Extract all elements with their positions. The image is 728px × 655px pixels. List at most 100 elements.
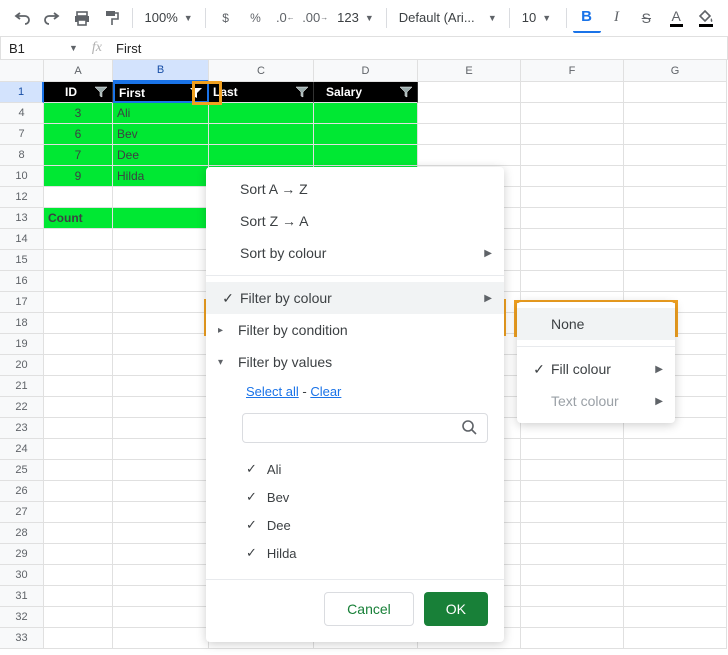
cell[interactable] [418, 103, 521, 124]
cell-first[interactable]: Dee [113, 145, 209, 166]
filter-value-item[interactable]: ✓Bev [246, 483, 504, 511]
bold-button[interactable]: B [573, 3, 601, 33]
cell[interactable] [44, 439, 113, 460]
cell[interactable] [44, 334, 113, 355]
cell[interactable] [209, 145, 314, 166]
cell[interactable] [44, 355, 113, 376]
row-header[interactable]: 12 [0, 187, 44, 208]
cell[interactable] [624, 565, 727, 586]
ok-button[interactable]: OK [424, 592, 488, 626]
header-last[interactable]: Last [209, 82, 314, 103]
cell[interactable] [113, 355, 209, 376]
column-header[interactable]: D [314, 60, 418, 82]
column-header[interactable]: G [624, 60, 727, 82]
paint-format-button[interactable] [98, 4, 126, 32]
cell[interactable] [521, 187, 624, 208]
cell[interactable] [113, 334, 209, 355]
header-salary[interactable]: Salary [314, 82, 418, 103]
cell[interactable] [521, 607, 624, 628]
cell-id[interactable]: 6 [44, 124, 113, 145]
cell[interactable] [113, 502, 209, 523]
percent-button[interactable]: % [242, 4, 270, 32]
header-id[interactable]: ID [44, 82, 113, 103]
font-selector[interactable]: Default (Ari...▼ [393, 4, 503, 32]
cell[interactable] [113, 250, 209, 271]
row-header[interactable]: 16 [0, 271, 44, 292]
cell[interactable] [44, 481, 113, 502]
filter-search[interactable] [242, 413, 488, 443]
cell-first[interactable]: Ali [113, 103, 209, 124]
cell[interactable] [624, 439, 727, 460]
row-header[interactable]: 7 [0, 124, 44, 145]
cell[interactable] [113, 565, 209, 586]
cell[interactable] [44, 376, 113, 397]
row-header[interactable]: 13 [0, 208, 44, 229]
cell[interactable] [521, 502, 624, 523]
cell[interactable] [624, 502, 727, 523]
cell[interactable] [113, 586, 209, 607]
submenu-none[interactable]: None [517, 308, 675, 340]
decrease-decimal-button[interactable]: .0← [271, 4, 299, 32]
cell[interactable] [521, 166, 624, 187]
cell[interactable] [624, 250, 727, 271]
row-header[interactable]: 27 [0, 502, 44, 523]
cell[interactable] [44, 565, 113, 586]
formula-value[interactable]: First [116, 41, 141, 56]
header-first[interactable]: First [113, 82, 209, 103]
cell[interactable] [418, 82, 521, 103]
row-header[interactable]: 24 [0, 439, 44, 460]
cell[interactable] [624, 628, 727, 649]
cell[interactable] [624, 544, 727, 565]
cell[interactable] [521, 523, 624, 544]
cell[interactable] [209, 124, 314, 145]
fill-color-button[interactable] [692, 4, 720, 32]
cell[interactable] [521, 82, 624, 103]
print-button[interactable] [68, 4, 96, 32]
text-color-button[interactable]: A [662, 4, 690, 32]
cell[interactable] [521, 103, 624, 124]
row-header[interactable]: 14 [0, 229, 44, 250]
cell[interactable] [113, 481, 209, 502]
row-header[interactable]: 30 [0, 565, 44, 586]
cell[interactable] [44, 397, 113, 418]
cell-id[interactable]: 3 [44, 103, 113, 124]
cell[interactable] [624, 586, 727, 607]
cell-first[interactable]: Hilda [113, 166, 209, 187]
row-header[interactable]: 1 [0, 82, 44, 103]
cell[interactable] [113, 544, 209, 565]
cell[interactable] [521, 439, 624, 460]
row-header[interactable]: 31 [0, 586, 44, 607]
cell-first[interactable]: Bev [113, 124, 209, 145]
column-header[interactable]: E [418, 60, 521, 82]
cell[interactable] [113, 313, 209, 334]
cell[interactable] [314, 124, 418, 145]
cell[interactable] [44, 271, 113, 292]
cell[interactable] [521, 628, 624, 649]
cell[interactable] [44, 250, 113, 271]
cell[interactable] [44, 187, 113, 208]
cell[interactable] [113, 418, 209, 439]
cell[interactable] [624, 82, 727, 103]
more-formats-button[interactable]: 123▼ [331, 4, 380, 32]
undo-button[interactable] [8, 4, 36, 32]
cell[interactable] [624, 481, 727, 502]
row-header[interactable]: 4 [0, 103, 44, 124]
column-header[interactable]: B [113, 60, 209, 82]
cell[interactable] [624, 166, 727, 187]
cell[interactable] [44, 628, 113, 649]
row-header[interactable]: 29 [0, 544, 44, 565]
sort-a-z[interactable]: Sort A → Z [206, 173, 504, 205]
filter-by-colour[interactable]: ✓Filter by colour▶ [206, 282, 504, 314]
row-header[interactable]: 15 [0, 250, 44, 271]
cell[interactable] [624, 607, 727, 628]
row-header[interactable]: 19 [0, 334, 44, 355]
currency-button[interactable]: $ [212, 4, 240, 32]
italic-button[interactable]: I [603, 4, 631, 32]
row-header[interactable]: 10 [0, 166, 44, 187]
cell[interactable] [113, 607, 209, 628]
filter-value-item[interactable]: ✓Dee [246, 511, 504, 539]
cell-id[interactable]: 9 [44, 166, 113, 187]
row-header[interactable]: 17 [0, 292, 44, 313]
cell[interactable] [521, 145, 624, 166]
cell[interactable] [314, 103, 418, 124]
